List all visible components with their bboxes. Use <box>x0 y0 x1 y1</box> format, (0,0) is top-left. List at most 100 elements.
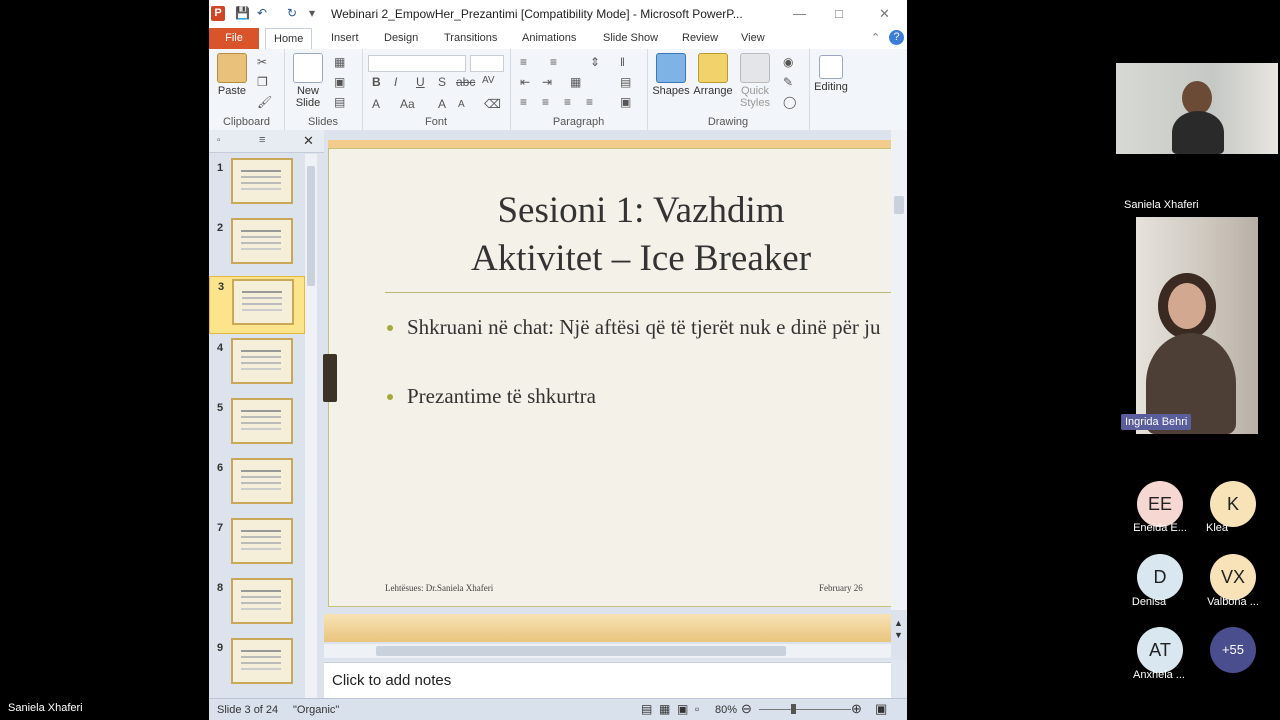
tab-insert[interactable]: Insert <box>331 28 359 49</box>
presenter-video[interactable] <box>1116 63 1278 154</box>
slide-thumbnail-6[interactable]: 6 <box>209 458 305 516</box>
tab-slide-show[interactable]: Slide Show <box>603 28 658 49</box>
zoom-slider[interactable] <box>759 709 851 710</box>
slide-thumbnail-5[interactable]: 5 <box>209 398 305 456</box>
shape-fill-icon[interactable]: ◉ <box>783 55 793 69</box>
undo-icon[interactable]: ↶ <box>257 6 267 20</box>
format-painter-icon[interactable]: 🖌 <box>257 95 272 109</box>
change-case-button[interactable]: Aa <box>400 97 415 111</box>
cut-icon[interactable]: ✂ <box>257 55 267 69</box>
align-text-icon[interactable]: ▤ <box>620 75 631 89</box>
shrink-font-button[interactable]: A <box>458 99 465 110</box>
participant-avatar[interactable]: AT <box>1137 627 1183 673</box>
customize-quick-access-icon[interactable]: ▾ <box>309 6 315 20</box>
clear-formatting-icon[interactable]: ⌫ <box>484 97 501 111</box>
text-direction-icon[interactable]: ▦ <box>570 75 581 89</box>
close-pane-icon[interactable]: ✕ <box>303 133 314 149</box>
strikethrough-button[interactable]: abc <box>456 75 475 89</box>
reset-icon[interactable]: ▣ <box>334 75 345 89</box>
slide-vertical-scrollbar[interactable]: ▲ ▼ <box>891 130 907 640</box>
slide-thumbnail-9[interactable]: 9 <box>209 638 305 696</box>
numbering-icon[interactable]: ≡ <box>550 55 557 69</box>
font-size-combo[interactable] <box>470 55 504 72</box>
align-right-icon[interactable]: ≡ <box>564 95 571 109</box>
new-slide-button[interactable]: New Slide <box>288 53 328 109</box>
zoom-in-icon[interactable]: ⊕ <box>851 701 862 717</box>
zoom-slider-thumb[interactable] <box>791 704 796 714</box>
fit-to-window-icon[interactable]: ▣ <box>875 701 887 717</box>
slide-thumbnail-3[interactable]: 3 <box>209 276 305 334</box>
slide-thumbnail-1[interactable]: 1 <box>209 158 305 216</box>
scroll-thumb[interactable] <box>376 646 786 656</box>
slides-tab-icon[interactable]: ▫ <box>217 135 221 146</box>
close-button[interactable]: ✕ <box>879 6 890 22</box>
participant-avatar[interactable]: K <box>1210 481 1256 527</box>
next-slide-icon[interactable]: ▼ <box>894 630 903 640</box>
justify-icon[interactable]: ≡ <box>586 95 593 109</box>
outline-tab-icon[interactable]: ≡ <box>259 134 265 146</box>
line-spacing-icon[interactable]: ⇕ <box>590 55 600 69</box>
underline-button[interactable]: U <box>416 75 425 89</box>
scroll-thumb[interactable] <box>894 196 904 214</box>
current-slide[interactable]: Sesioni 1: Vazhdim Aktivitet – Ice Break… <box>323 148 893 607</box>
slide-thumbnail-2[interactable]: 2 <box>209 218 305 276</box>
slide-horizontal-scrollbar[interactable] <box>324 644 891 658</box>
editing-button[interactable]: Editing <box>811 55 851 93</box>
maximize-button[interactable]: □ <box>835 6 843 21</box>
tab-home[interactable]: Home <box>265 28 313 50</box>
shape-outline-icon[interactable]: ✎ <box>783 75 793 89</box>
tab-review[interactable]: Review <box>682 28 718 49</box>
bold-button[interactable]: B <box>372 75 381 89</box>
decrease-indent-icon[interactable]: ⇤ <box>520 75 530 89</box>
help-icon[interactable]: ? <box>889 30 904 45</box>
more-participants-button[interactable]: +55 <box>1210 627 1256 673</box>
align-center-icon[interactable]: ≡ <box>542 95 549 109</box>
columns-icon[interactable]: ‖ <box>620 55 625 69</box>
minimize-ribbon-icon[interactable]: ⌃ <box>871 31 880 44</box>
bullets-icon[interactable]: ≡ <box>520 55 527 69</box>
smartart-icon[interactable]: ▣ <box>620 95 631 109</box>
slideshow-view-icon[interactable]: ▫ <box>695 702 699 716</box>
shapes-button[interactable]: Shapes <box>651 53 691 97</box>
bullet-1[interactable]: Shkruani në chat: Një aftësi që të tjerë… <box>387 313 887 341</box>
participant-avatar[interactable]: VX <box>1210 554 1256 600</box>
arrange-button[interactable]: Arrange <box>693 53 733 97</box>
font-color-button[interactable]: A <box>372 97 380 111</box>
slide-thumbnail-4[interactable]: 4 <box>209 338 305 396</box>
previous-slide-icon[interactable]: ▲ <box>894 618 903 628</box>
tab-animations[interactable]: Animations <box>522 28 576 49</box>
slide-thumbnail-7[interactable]: 7 <box>209 518 305 576</box>
normal-view-icon[interactable]: ▤ <box>641 702 652 716</box>
participant-avatar[interactable]: D <box>1137 554 1183 600</box>
bullet-2[interactable]: Prezantime të shkurtra <box>387 382 887 410</box>
shape-effects-icon[interactable]: ◯ <box>783 95 796 109</box>
scroll-thumb[interactable] <box>307 166 315 286</box>
redo-icon[interactable]: ↻ <box>287 6 297 20</box>
grow-font-button[interactable]: A <box>438 97 446 111</box>
tab-view[interactable]: View <box>741 28 765 49</box>
save-icon[interactable]: 💾 <box>235 6 250 20</box>
increase-indent-icon[interactable]: ⇥ <box>542 75 552 89</box>
zoom-out-icon[interactable]: ⊖ <box>741 701 752 717</box>
layout-icon[interactable]: ▦ <box>334 55 345 69</box>
minimize-button[interactable]: — <box>793 6 806 21</box>
speaker-video[interactable] <box>1136 217 1258 434</box>
section-icon[interactable]: ▤ <box>334 95 345 109</box>
slide-title[interactable]: Sesioni 1: Vazhdim Aktivitet – Ice Break… <box>391 187 891 283</box>
reading-view-icon[interactable]: ▣ <box>677 702 688 716</box>
participant-avatar[interactable]: EE <box>1137 481 1183 527</box>
slide-thumbnail-8[interactable]: 8 <box>209 578 305 636</box>
quick-styles-button[interactable]: Quick Styles <box>735 53 775 109</box>
tab-file[interactable]: File <box>209 28 259 49</box>
slide-sorter-icon[interactable]: ▦ <box>659 702 670 716</box>
notes-pane[interactable]: Click to add notes <box>324 662 891 699</box>
italic-button[interactable]: I <box>394 75 397 89</box>
tab-design[interactable]: Design <box>384 28 418 49</box>
thumbnail-scrollbar[interactable] <box>305 154 317 699</box>
copy-icon[interactable]: ❐ <box>257 75 268 89</box>
zoom-level[interactable]: 80% <box>715 704 737 716</box>
align-left-icon[interactable]: ≡ <box>520 95 527 109</box>
character-spacing-button[interactable]: AV <box>482 75 495 86</box>
font-name-combo[interactable] <box>368 55 466 72</box>
shadow-button[interactable]: S <box>438 75 446 89</box>
